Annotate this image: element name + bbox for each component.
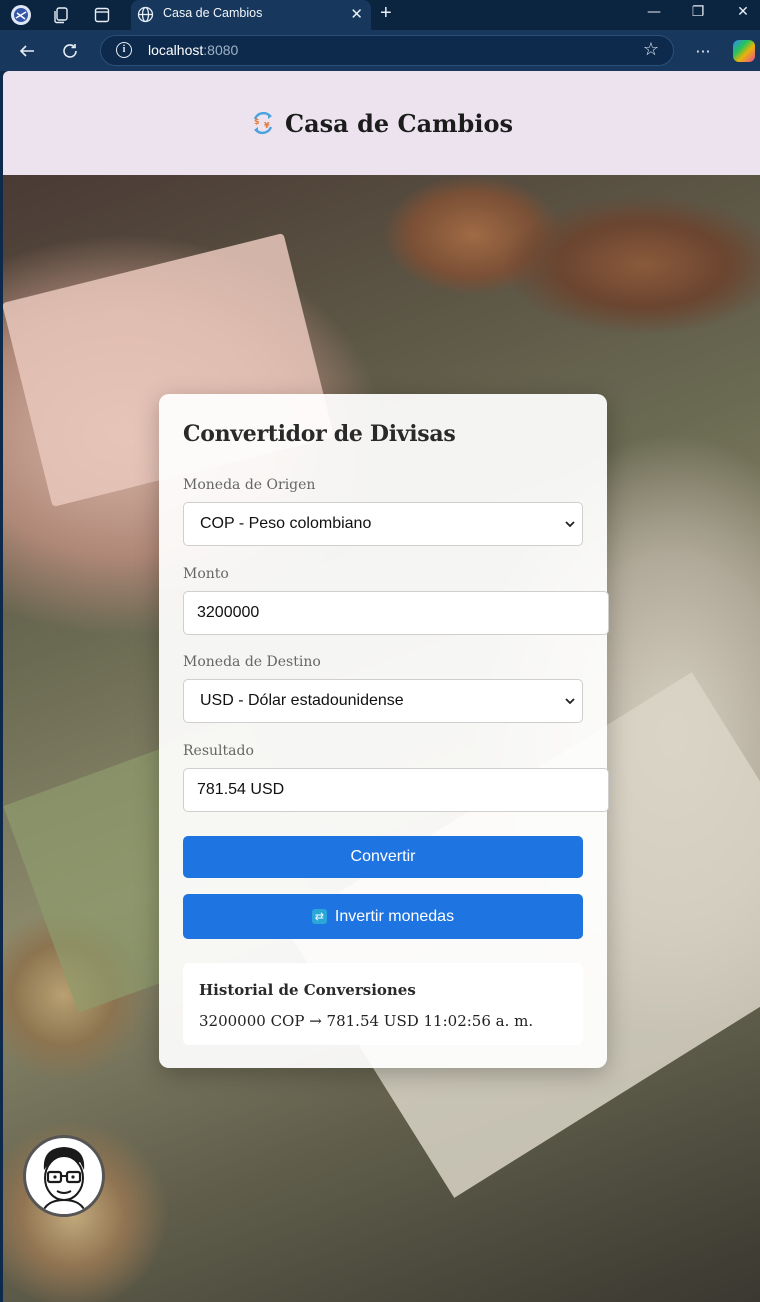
target-currency-label: Moneda de Destino	[183, 654, 321, 670]
workspaces-icon[interactable]	[50, 4, 72, 26]
history-item: 3200000 COP → 781.54 USD 11:02:56 a. m.	[199, 1012, 534, 1030]
svg-text:$: $	[254, 117, 260, 126]
minimize-icon[interactable]: —	[643, 4, 665, 20]
close-window-icon[interactable]: ✕	[732, 4, 754, 20]
convert-button[interactable]: Convertir	[183, 836, 583, 878]
more-icon[interactable]: ···	[691, 39, 715, 63]
swap-currencies-button[interactable]: ⇄ Invertir monedas	[183, 894, 583, 939]
globe-icon	[137, 6, 154, 27]
browser-toolbar: i localhost:8080 ☆ ···	[0, 30, 760, 71]
profile-icon[interactable]	[10, 4, 32, 26]
result-label: Resultado	[183, 743, 254, 759]
browser-tabstrip: Casa de Cambios ✕ + — ❐ ✕	[0, 0, 760, 30]
info-icon[interactable]: i	[116, 42, 132, 58]
history-title: Historial de Conversiones	[199, 981, 416, 999]
converter-title: Convertidor de Divisas	[183, 421, 456, 447]
back-icon[interactable]	[15, 39, 39, 63]
avatar[interactable]	[23, 1135, 105, 1217]
tab-title: Casa de Cambios	[163, 6, 263, 20]
tab-casa-de-cambios[interactable]: Casa de Cambios ✕	[131, 0, 371, 30]
new-tab-icon[interactable]: +	[380, 2, 392, 25]
amount-label: Monto	[183, 566, 229, 582]
restore-icon[interactable]: ❐	[687, 4, 709, 20]
refresh-icon[interactable]	[58, 39, 82, 63]
amount-input[interactable]: 3200000	[183, 591, 609, 635]
conversion-history: Historial de Conversiones 3200000 COP → …	[183, 963, 583, 1045]
origin-currency-select[interactable]: COP - Peso colombiano	[183, 502, 583, 546]
site-title: Casa de Cambios	[285, 108, 513, 138]
chevron-down-icon	[564, 694, 576, 712]
currency-exchange-icon: $ ¥	[250, 110, 276, 136]
converter-card: Convertidor de Divisas Moneda de Origen …	[159, 394, 609, 1068]
origin-currency-label: Moneda de Origen	[183, 477, 316, 493]
close-icon[interactable]: ✕	[350, 5, 363, 23]
tab-actions-icon[interactable]	[91, 4, 113, 26]
copilot-icon[interactable]	[733, 40, 755, 62]
result-field[interactable]: 781.54 USD	[183, 768, 609, 812]
target-currency-select[interactable]: USD - Dólar estadounidense	[183, 679, 583, 723]
svg-text:¥: ¥	[264, 121, 270, 130]
address-url: localhost:8080	[148, 42, 239, 58]
chevron-down-icon	[564, 517, 576, 535]
site-header: $ ¥ Casa de Cambios	[3, 71, 760, 175]
swap-icon: ⇄	[311, 909, 327, 924]
address-bar[interactable]: i localhost:8080 ☆	[100, 35, 674, 66]
favorite-star-icon[interactable]: ☆	[643, 39, 659, 60]
